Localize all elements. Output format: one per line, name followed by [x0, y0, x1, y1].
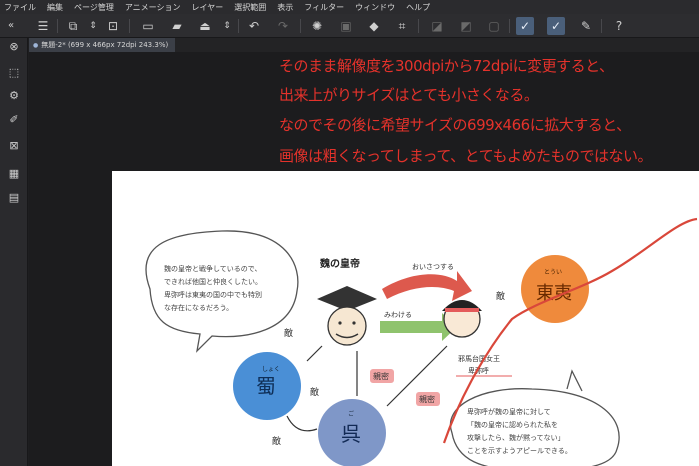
- document-tab-bar: ● 無題-2* (699 x 466px 72dpi 243.3%): [29, 38, 699, 52]
- friend-badge-2: 親密: [419, 394, 435, 404]
- app-window: ファイル 編集 ページ管理 アニメーション レイヤー 選択範囲 表示 フィルター…: [0, 0, 699, 466]
- open-icon[interactable]: ▰: [168, 17, 186, 35]
- dongyi-ruby: とうい: [544, 269, 562, 276]
- toolbar-divider: [129, 19, 130, 33]
- redo-icon[interactable]: ↷: [274, 17, 292, 35]
- connector-arrow: [306, 345, 323, 362]
- queen-headband: [445, 308, 479, 312]
- menu-selection[interactable]: 選択範囲: [234, 2, 266, 13]
- menu-window[interactable]: ウィンドウ: [355, 2, 395, 13]
- loading-icon[interactable]: ✺: [308, 17, 326, 35]
- undo-icon[interactable]: ↶: [245, 17, 263, 35]
- pen-active-icon[interactable]: ✓: [516, 17, 534, 35]
- drawing-canvas[interactable]: 魏の皇帝と戦争しているので、 できれば他国と仲良くしたい。 卑弥呼は東夷の国の中…: [112, 171, 699, 466]
- toolbar-divider: [238, 19, 239, 33]
- menu-view[interactable]: 表示: [277, 2, 293, 13]
- clear-selection-icon[interactable]: ⊠: [5, 137, 23, 155]
- bubble-right-line-3: 攻撃したら、魏が黙ってない」: [467, 433, 565, 442]
- transform-icon[interactable]: ◩: [457, 17, 475, 35]
- connector-arrow: [286, 415, 318, 432]
- bucket-icon[interactable]: ◆: [365, 17, 383, 35]
- toolbar-divider: [509, 19, 510, 33]
- document-tab-title: 無題-2* (699 x 466px 72dpi 243.3%): [41, 41, 169, 49]
- panel-icon[interactable]: ▤: [5, 189, 23, 207]
- menu-edit[interactable]: 編集: [47, 2, 63, 13]
- menu-animation[interactable]: アニメーション: [125, 2, 181, 13]
- fill-icon[interactable]: ▣: [337, 17, 355, 35]
- bubble-left-line-1: 魏の皇帝と戦争しているので、: [164, 264, 262, 273]
- queen-caption-1: 邪馬台国女王: [458, 354, 500, 363]
- annotation-line-2: 出来上がりサイズはとても小さくなる。: [279, 86, 539, 104]
- greeting-arrow: [382, 271, 472, 301]
- menu-bar: ファイル 編集 ページ管理 アニメーション レイヤー 選択範囲 表示 フィルター…: [0, 0, 699, 14]
- modified-dot-icon: ●: [33, 41, 39, 49]
- bubble-right-line-2: 「魏の皇帝に認められた私を: [467, 420, 558, 429]
- wu-label: 呉: [341, 422, 361, 446]
- menu-file[interactable]: ファイル: [4, 2, 36, 13]
- enemy-badge-4: 敵: [496, 290, 505, 302]
- bubble-left-line-2: できれば他国と仲良くしたい。: [164, 277, 262, 286]
- menu-layer[interactable]: レイヤー: [192, 2, 224, 13]
- enemy-badge-3: 敵: [272, 435, 281, 447]
- toolbar-divider: [300, 19, 301, 33]
- new-icon[interactable]: ▭: [139, 17, 157, 35]
- emperor-face: [327, 306, 367, 346]
- pen-active-icon[interactable]: ✓: [547, 17, 565, 35]
- emperor-eye: [352, 321, 356, 325]
- annotation-line-1: そのまま解像度を300dpiから72dpiに変更すると、: [279, 57, 614, 75]
- shu-ruby: しょく: [262, 366, 280, 373]
- toolbar-divider: [57, 19, 58, 33]
- select-layer-icon[interactable]: ⬚: [5, 64, 23, 82]
- zoom-icon[interactable]: ⊗: [5, 38, 23, 56]
- annotation-line-4: 画像は粗くなってしまって、とてもよめたものではない。: [279, 147, 652, 165]
- greeting-label: おいさつする: [412, 263, 454, 271]
- menu-filter[interactable]: フィルター: [304, 2, 344, 13]
- friend-badge-1: 親密: [373, 371, 389, 381]
- document-tab[interactable]: ● 無題-2* (699 x 466px 72dpi 243.3%): [29, 38, 175, 52]
- clear-icon[interactable]: ◪: [428, 17, 446, 35]
- border-icon[interactable]: ▢: [485, 17, 503, 35]
- annotation-line-3: なのでその後に希望サイズの699x466に拡大すると、: [279, 116, 631, 134]
- bubble-right-line-1: 卑弥呼が魏の皇帝に対して: [467, 407, 551, 416]
- menu-icon[interactable]: ☰: [34, 17, 52, 35]
- illustration: 魏の皇帝と戦争しているので、 できれば他国と仲良くしたい。 卑弥呼は東夷の国の中…: [145, 217, 698, 466]
- grid-icon[interactable]: ▦: [5, 165, 23, 183]
- save-icon[interactable]: ⏏: [196, 17, 214, 35]
- emperor-eye: [338, 321, 342, 325]
- help-icon[interactable]: ?: [610, 17, 628, 35]
- left-tool-strip: ⊗ ⬚ ⚙ ✐ ⊠ ▦ ▤: [0, 38, 28, 466]
- shu-label: 蜀: [256, 374, 276, 398]
- crop-icon[interactable]: ⌗: [393, 17, 411, 35]
- bubble-right-line-4: ことを示すようアピールできる。: [467, 447, 572, 455]
- toolbar-divider: [601, 19, 602, 33]
- recognize-label: みわける: [384, 311, 412, 319]
- menu-page[interactable]: ページ管理: [74, 2, 114, 13]
- pen-icon[interactable]: ✎: [577, 17, 595, 35]
- enemy-badge-2: 敵: [310, 386, 319, 398]
- emperor-label: 魏の皇帝: [319, 257, 360, 270]
- wu-ruby: ご: [348, 410, 354, 418]
- navigator-icon[interactable]: ⊡: [104, 17, 122, 35]
- menu-help[interactable]: ヘルプ: [406, 2, 430, 13]
- enemy-badge-1: 敵: [284, 327, 293, 339]
- stepper-icon[interactable]: ⇕: [218, 17, 236, 35]
- toolbar-divider: [418, 19, 419, 33]
- stepper-icon[interactable]: ⇕: [84, 17, 102, 35]
- bubble-left-line-3: 卑弥呼は東夷の国の中でも特別: [164, 290, 262, 299]
- bubble-left-line-4: な存在になるだろう。: [164, 303, 233, 312]
- brush-settings-icon[interactable]: ✐: [5, 111, 23, 129]
- select-settings-icon[interactable]: ⚙: [5, 87, 23, 105]
- layer-icon[interactable]: ⧉: [64, 17, 82, 35]
- collapse-icon[interactable]: «: [2, 17, 20, 35]
- command-bar: « ☰ ⧉ ⇕ ⊡ ▭ ▰ ⏏ ⇕ ↶ ↷ ✺ ▣ ◆ ⌗ ◪ ◩ ▢ ✓ ✓ …: [0, 14, 699, 38]
